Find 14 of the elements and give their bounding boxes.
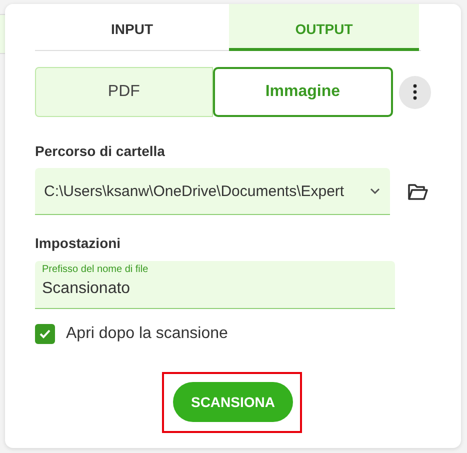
section-label: Impostazioni — [35, 235, 122, 251]
checkbox[interactable] — [35, 324, 55, 344]
chevron-icon — [370, 188, 380, 194]
tab[interactable]: INPUT — [35, 4, 229, 51]
checkbox-label: Apri dopo la scansione — [66, 325, 228, 343]
format-option[interactable]: Immagine — [212, 67, 393, 117]
more-icon — [412, 84, 417, 100]
checkmark-icon — [39, 329, 51, 339]
filename-prefix-field[interactable]: Prefisso del nome di file Scansionato — [35, 261, 395, 309]
format-option[interactable]: PDF — [35, 67, 213, 117]
folder-dropdown[interactable]: C:\Users\ksanw\OneDrive\Documents\Expert — [35, 168, 390, 215]
section-label: Percorso di cartella — [35, 143, 166, 159]
folder-icon — [407, 182, 429, 200]
more-options-button[interactable] — [398, 76, 431, 108]
